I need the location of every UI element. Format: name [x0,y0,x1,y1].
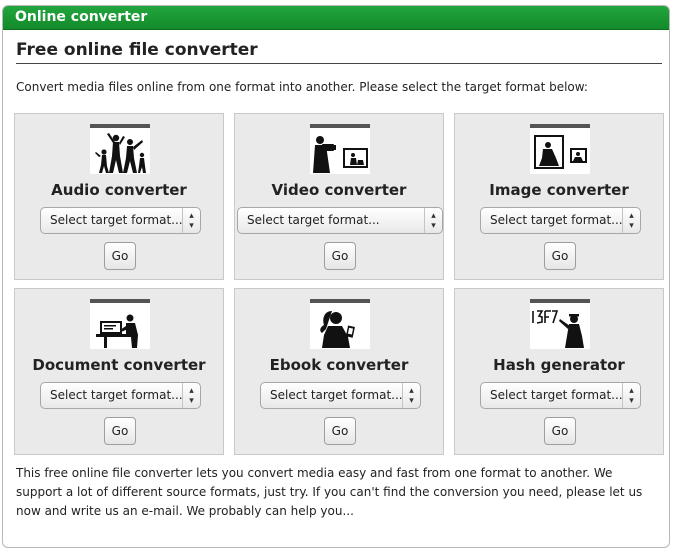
tile-hash-generator: Hash generator Select target format... ▴… [454,288,664,455]
tile-label: Image converter [489,181,629,199]
dancers-icon [90,124,150,174]
tile-label: Audio converter [51,181,187,199]
tile-label: Video converter [271,181,407,199]
select-value: Select target format... [50,388,183,402]
tile-label: Ebook converter [269,356,409,374]
select-arrows-icon: ▴ ▾ [622,383,640,408]
tile-audio-converter: Audio converter Select target format... … [14,113,224,280]
tile-label: Document converter [32,356,206,374]
tile-label: Hash generator [493,356,625,374]
ebook-go-button[interactable]: Go [324,417,356,445]
hash-go-button[interactable]: Go [544,417,576,445]
panel-header: Online converter [3,6,669,30]
audio-go-button[interactable]: Go [104,242,136,270]
photo-icon [530,124,590,174]
converter-grid: Audio converter Select target format... … [14,113,664,458]
select-arrows-icon: ▴ ▾ [182,208,200,233]
page-title: Free online file converter [16,40,258,60]
select-arrows-icon: ▴ ▾ [424,208,442,233]
tile-ebook-converter: Ebook converter Select target format... … [234,288,444,455]
converter-panel: Online converter Free online file conver… [2,5,670,548]
select-arrows-icon: ▴ ▾ [182,383,200,408]
select-value: Select target format... [270,388,403,402]
document-format-select[interactable]: Select target format... ▴ ▾ [40,382,201,409]
footer-description: This free online file converter lets you… [16,466,643,518]
select-arrows-icon: ▴ ▾ [622,208,640,233]
ebook-format-select[interactable]: Select target format... ▴ ▾ [260,382,421,409]
tile-video-converter: Video converter Select target format... … [234,113,444,280]
video-go-button[interactable]: Go [324,242,356,270]
document-typing-icon [90,299,150,349]
ebook-reader-icon [310,299,370,349]
select-value: Select target format... [247,213,380,227]
hash-graffiti-icon [530,299,590,349]
title-divider [16,63,662,64]
tile-document-converter: Document converter Select target format.… [14,288,224,455]
document-go-button[interactable]: Go [104,417,136,445]
select-value: Select target format... [490,213,623,227]
intro-text: Convert media files online from one form… [16,80,588,94]
select-value: Select target format... [50,213,183,227]
hash-format-select[interactable]: Select target format... ▴ ▾ [480,382,641,409]
image-go-button[interactable]: Go [544,242,576,270]
tile-image-converter: Image converter Select target format... … [454,113,664,280]
select-value: Select target format... [490,388,623,402]
select-arrows-icon: ▴ ▾ [402,383,420,408]
audio-format-select[interactable]: Select target format... ▴ ▾ [40,207,201,234]
video-camera-icon [310,124,370,174]
video-format-select[interactable]: Select target format... ▴ ▾ [237,207,443,234]
image-format-select[interactable]: Select target format... ▴ ▾ [480,207,641,234]
